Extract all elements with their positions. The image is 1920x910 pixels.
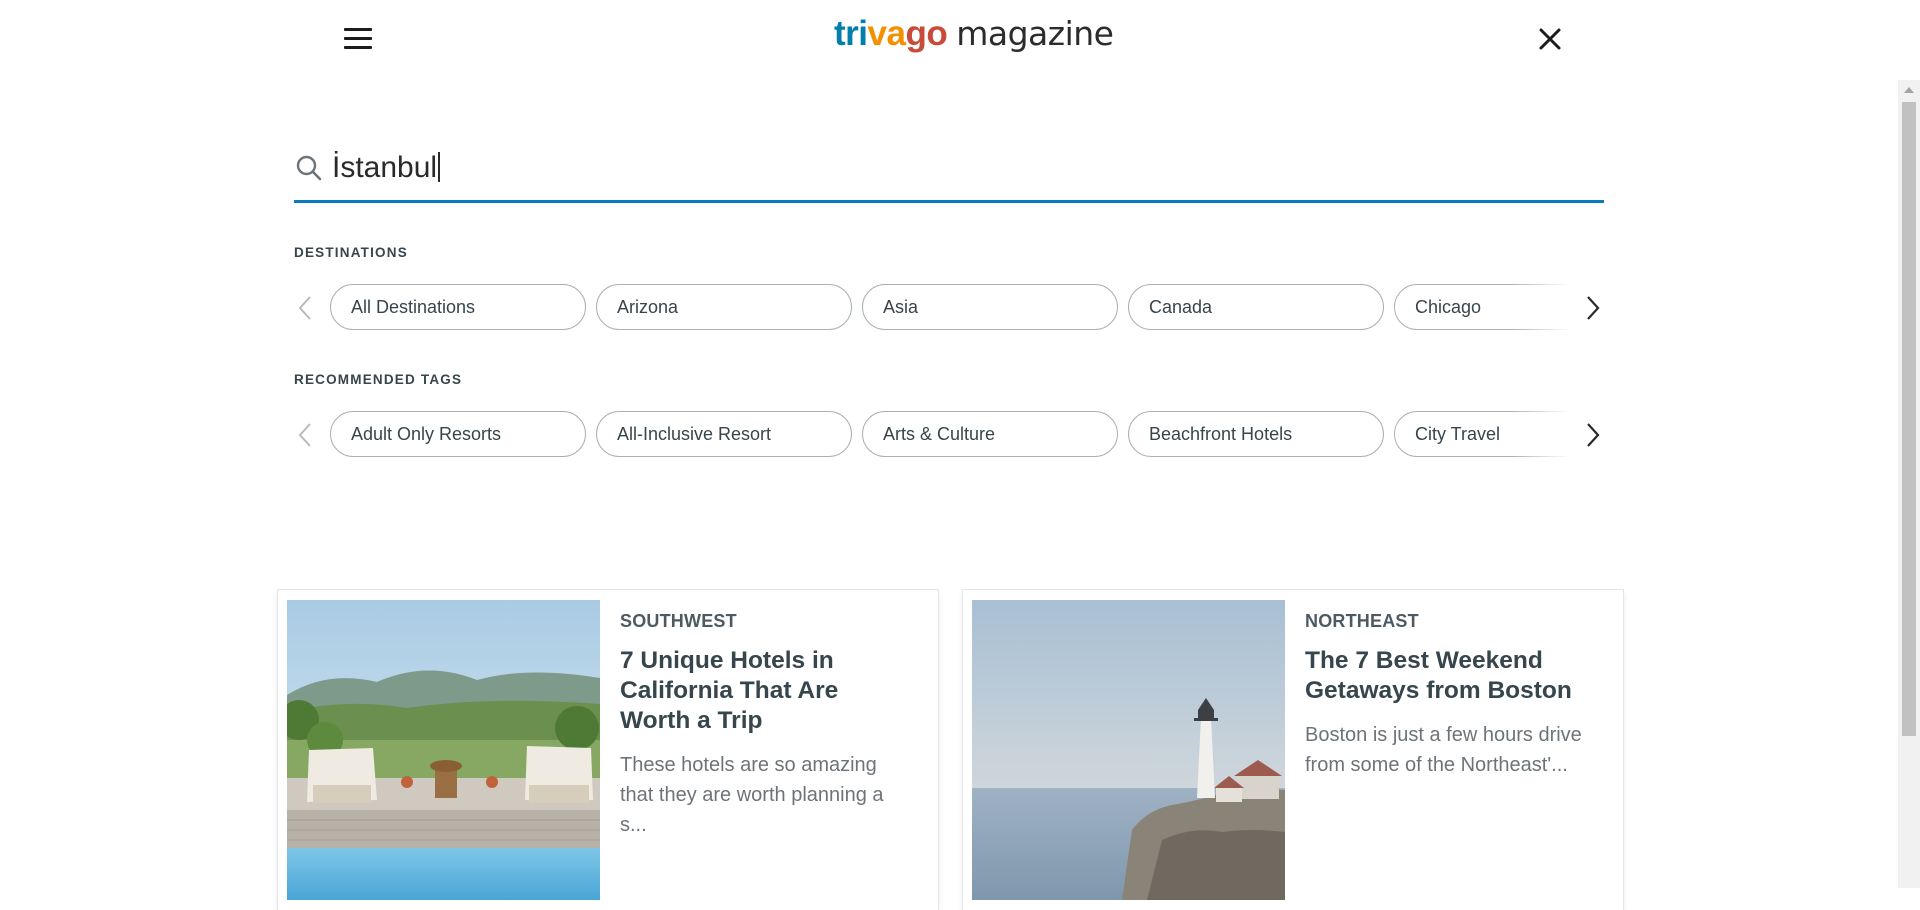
- destination-chip[interactable]: Canada: [1128, 284, 1384, 330]
- article-title[interactable]: The 7 Best Weekend Getaways from Boston: [1305, 646, 1600, 706]
- article-image[interactable]: [287, 600, 600, 900]
- tags-label: RECOMMENDED TAGS: [294, 372, 463, 387]
- chevron-left-icon[interactable]: [294, 417, 320, 453]
- logo[interactable]: tri va go magazine: [834, 14, 1114, 58]
- hamburger-menu-icon[interactable]: [340, 24, 378, 54]
- destinations-chip-list: All Destinations Arizona Asia Canada Chi…: [330, 284, 1570, 332]
- article-body: NORTHEAST The 7 Best Weekend Getaways fr…: [1305, 611, 1600, 780]
- tag-chip[interactable]: Arts & Culture: [862, 411, 1118, 457]
- chevron-right-icon[interactable]: [1579, 417, 1605, 453]
- tag-chip[interactable]: All-Inclusive Resort: [596, 411, 852, 457]
- tags-carousel: Adult Only Resorts All-Inclusive Resort …: [294, 411, 1604, 459]
- header: tri va go magazine: [0, 0, 1920, 78]
- logo-suffix: magazine: [956, 14, 1114, 53]
- tags-chip-list: Adult Only Resorts All-Inclusive Resort …: [330, 411, 1570, 459]
- destination-chip[interactable]: All Destinations: [330, 284, 586, 330]
- article-card[interactable]: SOUTHWEST 7 Unique Hotels in California …: [278, 590, 938, 910]
- article-body: SOUTHWEST 7 Unique Hotels in California …: [620, 611, 915, 840]
- search-input-value: İstanbul: [332, 151, 438, 184]
- fade-overlay: [1510, 411, 1570, 459]
- destination-chip[interactable]: Asia: [862, 284, 1118, 330]
- article-category[interactable]: SOUTHWEST: [620, 611, 915, 632]
- logo-part-tri: tri: [834, 14, 868, 53]
- article-card[interactable]: NORTHEAST The 7 Best Weekend Getaways fr…: [963, 590, 1623, 910]
- close-icon[interactable]: [1535, 24, 1565, 54]
- destinations-label: DESTINATIONS: [294, 245, 408, 260]
- chevron-right-icon[interactable]: [1579, 290, 1605, 326]
- article-excerpt: Boston is just a few hours drive from so…: [1305, 724, 1582, 776]
- destinations-carousel: All Destinations Arizona Asia Canada Chi…: [294, 284, 1604, 332]
- tag-chip[interactable]: Adult Only Resorts: [330, 411, 586, 457]
- search-bar: İstanbul: [294, 140, 1604, 203]
- scrollbar-thumb[interactable]: [1902, 102, 1916, 736]
- search-icon: [295, 154, 323, 182]
- logo-part-go: go: [905, 14, 948, 53]
- article-image[interactable]: [972, 600, 1285, 900]
- scroll-up-arrow-icon[interactable]: [1898, 80, 1920, 100]
- article-category[interactable]: NORTHEAST: [1305, 611, 1600, 632]
- logo-part-va: va: [867, 14, 906, 53]
- tag-chip[interactable]: Beachfront Hotels: [1128, 411, 1384, 457]
- text-caret: [438, 152, 441, 183]
- chevron-left-icon[interactable]: [294, 290, 320, 326]
- search-input[interactable]: İstanbul: [332, 146, 1592, 190]
- article-excerpt: These hotels are so amazing that they ar…: [620, 754, 884, 836]
- scrollbar[interactable]: [1898, 80, 1920, 888]
- destination-chip[interactable]: Arizona: [596, 284, 852, 330]
- fade-overlay: [1510, 284, 1570, 332]
- article-title[interactable]: 7 Unique Hotels in California That Are W…: [620, 646, 915, 736]
